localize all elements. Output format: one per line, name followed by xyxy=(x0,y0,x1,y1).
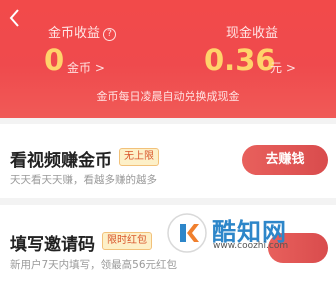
auto-exchange-note: 金币每日凌晨自动兑换成现金 xyxy=(96,90,240,103)
back-arrow-icon[interactable] xyxy=(4,6,28,30)
task-desc: 天天看天天赚，看越多赚的越多 xyxy=(10,174,157,186)
coin-earnings-unit-link[interactable]: 金币 > xyxy=(67,59,105,76)
coin-earnings-label: 金币收益? xyxy=(48,22,117,41)
help-icon[interactable]: ? xyxy=(103,28,117,41)
earn-money-button[interactable]: 去赚钱 xyxy=(242,145,328,175)
task-title: 看视频赚金币 xyxy=(10,151,112,171)
watermark-url: www.coozhi.com xyxy=(213,241,289,251)
task-title: 填写邀请码 xyxy=(10,235,95,255)
task-desc: 新用户7天内填写，领最高56元红包 xyxy=(10,259,178,271)
earnings-header: 金币收益? 0 金币 > 现金收益 0.36 元 > 金币每日凌晨自动兑换成现金 xyxy=(0,0,336,118)
task-tag: 限时红包 xyxy=(102,232,152,250)
watermark-logo-icon xyxy=(167,213,207,253)
coin-earnings-value: 0 xyxy=(44,43,65,77)
cash-earnings-value: 0.36 xyxy=(204,43,276,77)
task-card-video: 看视频赚金币 无上限 天天看天天赚，看越多赚的越多 去赚钱 xyxy=(0,124,336,198)
cash-earnings-unit-link[interactable]: 元 > xyxy=(270,59,296,76)
cash-earnings-label: 现金收益 xyxy=(226,26,279,41)
task-tag: 无上限 xyxy=(119,148,159,166)
